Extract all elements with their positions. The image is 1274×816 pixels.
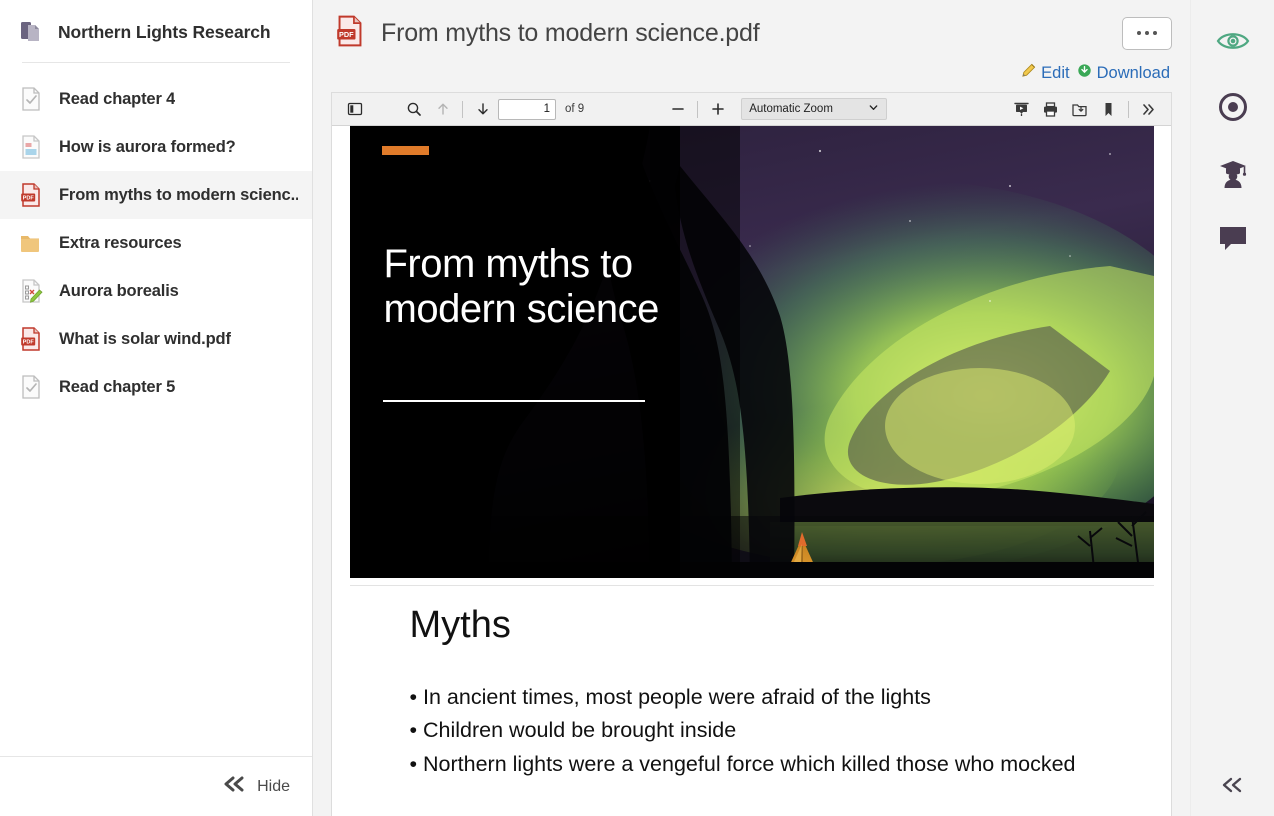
pdf-file-icon: PDF <box>18 181 44 209</box>
print-icon[interactable] <box>1037 97 1064 122</box>
task-document-icon <box>18 85 44 113</box>
target-icon[interactable] <box>1214 88 1252 126</box>
sidebar-item-label: Read chapter 5 <box>59 377 176 396</box>
quiz-document-icon <box>18 277 44 305</box>
pdf-file-icon: PDF <box>18 325 44 353</box>
sidebar-divider <box>22 62 290 63</box>
sidebar-item-what-is-solar-wind[interactable]: PDF What is solar wind.pdf <box>0 315 312 363</box>
sidebar-title: Northern Lights Research <box>58 21 271 42</box>
page-number-input[interactable] <box>498 98 556 120</box>
chevron-double-right-icon[interactable] <box>1135 97 1162 122</box>
aurora-borealis-photo <box>349 126 1154 578</box>
sidebar-item-label: Read chapter 4 <box>59 89 176 108</box>
right-rail <box>1190 0 1274 816</box>
list-item: In ancient times, most people were afrai… <box>410 681 1076 714</box>
svg-text:PDF: PDF <box>23 196 35 202</box>
pdf-page-1: From myths to modern science <box>349 126 1154 578</box>
task-document-icon <box>18 373 44 401</box>
sidebar-item-label: What is solar wind.pdf <box>59 329 231 348</box>
arrow-up-icon[interactable] <box>429 97 456 122</box>
slide-1: From myths to modern science <box>349 126 1154 578</box>
notebook-stack-icon <box>18 18 44 46</box>
hide-sidebar-button[interactable]: Hide <box>0 756 312 816</box>
sidebar-item-list: Read chapter 4 How is aurora formed? PDF… <box>0 75 312 756</box>
download-circle-icon <box>1077 63 1092 83</box>
list-item: Northern lights were a vengeful force wh… <box>410 748 1076 781</box>
note-document-icon <box>18 133 44 161</box>
page-separator <box>349 578 1154 586</box>
toolbar-separator <box>1128 100 1129 118</box>
presentation-mode-icon[interactable] <box>1008 97 1035 122</box>
download-button[interactable]: Download <box>1077 63 1170 83</box>
edit-button[interactable]: Edit <box>1021 63 1070 83</box>
document-actions: Edit Download <box>313 62 1190 92</box>
chevron-down-icon <box>868 102 879 116</box>
eye-icon[interactable] <box>1214 22 1252 60</box>
slide-2-title: Myths <box>409 604 511 646</box>
zoom-level-value: Automatic Zoom <box>749 103 833 115</box>
zoom-in-button[interactable] <box>704 97 731 122</box>
sidebar-item-label: Extra resources <box>59 233 182 252</box>
pdf-file-icon: PDF <box>333 12 367 55</box>
svg-text:PDF: PDF <box>23 340 35 346</box>
slide-accent-bar <box>381 146 429 155</box>
chevron-double-left-icon <box>222 776 248 797</box>
bookmark-icon[interactable] <box>1095 97 1122 122</box>
page-total-label: of 9 <box>565 103 585 115</box>
list-item: Children would be brought inside <box>410 714 1076 747</box>
slide-2-bullets: In ancient times, most people were afrai… <box>410 681 1076 781</box>
more-options-button[interactable] <box>1122 16 1172 50</box>
document-header: PDF From myths to modern science.pdf <box>313 0 1190 62</box>
kebab-dot <box>1152 30 1158 36</box>
sidebar-item-how-is-aurora-formed[interactable]: How is aurora formed? <box>0 123 312 171</box>
kebab-dot <box>1144 30 1150 36</box>
pdf-page-container[interactable]: From myths to modern science Myths In an… <box>332 126 1171 816</box>
sidebar-header[interactable]: Northern Lights Research <box>0 0 312 62</box>
zoom-level-select[interactable]: Automatic Zoom <box>741 98 888 120</box>
zoom-out-button[interactable] <box>664 97 691 122</box>
collapse-rail-button[interactable] <box>1220 777 1246 798</box>
sidebar-item-label: From myths to modern scienc... <box>59 185 298 204</box>
folder-icon <box>18 229 44 257</box>
page-title: From myths to modern science.pdf <box>381 18 760 47</box>
main-panel: PDF From myths to modern science.pdf Edi… <box>313 0 1190 816</box>
download-label: Download <box>1096 63 1170 82</box>
slide-1-title: From myths to modern science <box>383 242 660 331</box>
graduate-person-icon[interactable] <box>1214 154 1252 192</box>
sidebar-item-label: How is aurora formed? <box>59 137 236 156</box>
toolbar-separator <box>697 100 699 118</box>
pdf-viewer: of 9 Automatic Zoom <box>331 92 1172 816</box>
app-root: Northern Lights Research Read chapter 4 <box>0 0 1274 816</box>
slide-2: Myths In ancient times, most people were… <box>350 586 1154 806</box>
sidebar-item-aurora-borealis[interactable]: Aurora borealis <box>0 267 312 315</box>
sidebar-item-read-chapter-5[interactable]: Read chapter 5 <box>0 363 312 411</box>
search-icon[interactable] <box>400 97 427 122</box>
slide-1-rule <box>382 400 645 402</box>
edit-label: Edit <box>1041 63 1070 82</box>
sidebar-item-label: Aurora borealis <box>59 281 179 300</box>
save-download-icon[interactable] <box>1066 97 1093 122</box>
kebab-dot <box>1136 30 1142 36</box>
sidebar-toggle-icon[interactable] <box>341 97 368 122</box>
pdf-page-2: Myths In ancient times, most people were… <box>349 586 1154 806</box>
toolbar-separator <box>462 100 463 118</box>
sidebar-item-read-chapter-4[interactable]: Read chapter 4 <box>0 75 312 123</box>
sidebar: Northern Lights Research Read chapter 4 <box>0 0 313 816</box>
speech-bubble-icon[interactable] <box>1214 220 1252 258</box>
pdf-toolbar: of 9 Automatic Zoom <box>332 93 1171 126</box>
hide-label: Hide <box>257 777 290 795</box>
arrow-down-icon[interactable] <box>469 97 496 122</box>
svg-text:PDF: PDF <box>339 30 354 39</box>
sidebar-item-extra-resources[interactable]: Extra resources <box>0 219 312 267</box>
pencil-icon <box>1021 63 1036 83</box>
sidebar-item-from-myths-to-modern-science[interactable]: PDF From myths to modern scienc... <box>0 171 312 219</box>
